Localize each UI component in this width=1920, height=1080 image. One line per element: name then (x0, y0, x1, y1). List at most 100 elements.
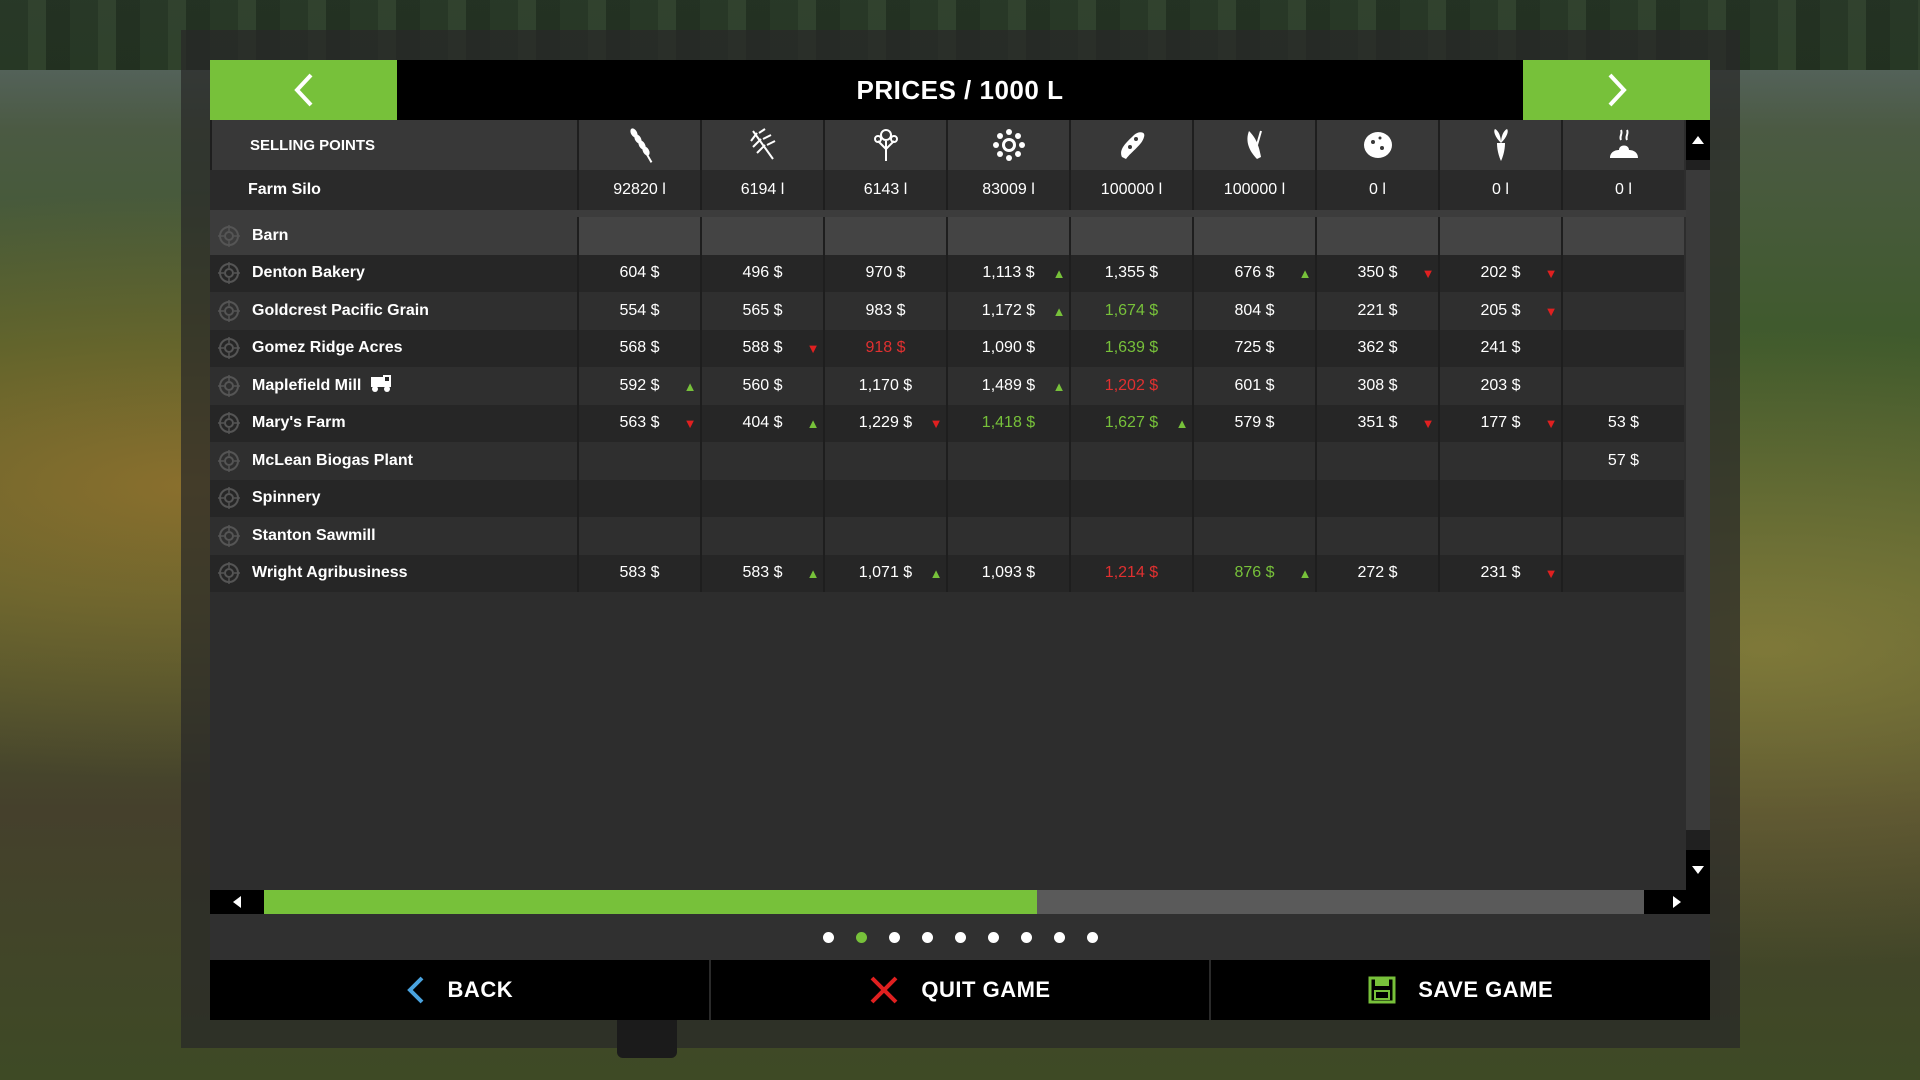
page-dot[interactable] (1086, 931, 1098, 943)
next-page-button[interactable] (1523, 60, 1710, 120)
col-barley (700, 120, 823, 170)
page-dot[interactable] (888, 931, 900, 943)
price-text: 983 $ (865, 301, 906, 319)
page-indicator (210, 914, 1710, 960)
price-cell (1069, 442, 1192, 480)
trend-down-icon: ▼ (1544, 303, 1558, 319)
price-value: 970 $ (843, 264, 929, 282)
page-dot[interactable] (1020, 931, 1032, 943)
price-cell (1069, 217, 1192, 255)
prev-page-button[interactable] (210, 60, 397, 120)
price-cell: 205 $ ▼ (1438, 292, 1561, 330)
page-dot[interactable] (855, 931, 867, 943)
table-row[interactable]: Goldcrest Pacific Grain 554 $ 565 $ 983 $ 1,… (210, 292, 1684, 330)
price-cell: 272 $ (1315, 554, 1438, 592)
hotspot-target-icon[interactable] (216, 410, 242, 436)
table-row[interactable]: Wright Agribusiness 583 $583 $ ▲ 1,071 $ ▲ 1,… (210, 554, 1684, 592)
scroll-right-button[interactable] (1644, 890, 1710, 914)
price-text: 1,172 $ (981, 301, 1036, 319)
price-cell (1315, 517, 1438, 555)
price-text: 588 $ (742, 339, 783, 357)
scroll-down-button[interactable] (1686, 850, 1710, 890)
horizontal-scrollbar[interactable] (210, 890, 1710, 914)
hotspot-target-icon[interactable] (216, 373, 242, 399)
table-row[interactable]: Spinnery (210, 479, 1684, 517)
quit-game-label: QUIT GAME (921, 977, 1051, 1002)
price-cell: 1,355 $ (1069, 254, 1192, 292)
price-cell (1438, 442, 1561, 480)
price-text: 876 $ (1234, 564, 1275, 582)
price-cell: 1,090 $ (946, 329, 1069, 367)
table-header-row: SELLING POINTS (210, 120, 1684, 170)
back-button[interactable]: BACK (210, 960, 709, 1020)
price-cell: 604 $ (577, 254, 700, 292)
prices-table: SELLING POINTS Farm Silo 92820 l 6194 l … (210, 120, 1686, 890)
price-text: 1,090 $ (981, 339, 1036, 357)
hotspot-target-icon[interactable] (216, 560, 242, 586)
page-title: PRICES / 1000 L (856, 74, 1064, 105)
selling-point-name: McLean Biogas Plant (252, 451, 413, 469)
vertical-scroll-track[interactable] (1686, 170, 1710, 830)
price-cell: 1,172 $ ▲ (946, 292, 1069, 330)
silo-value: 0 l (1561, 170, 1684, 210)
farm-silo-row: Farm Silo 92820 l 6194 l 6143 l 83009 l … (210, 170, 1684, 210)
page-dot[interactable] (921, 931, 933, 943)
table-row[interactable]: Barn (210, 217, 1684, 255)
table-row[interactable]: Maplefield Mill 592 $ ▲ 560 $ 1,170 $ 1,489 $… (210, 367, 1684, 405)
hotspot-target-icon[interactable] (216, 448, 242, 474)
price-cell (1561, 479, 1684, 517)
barley-icon (749, 128, 775, 160)
price-text: 1,071 $ (858, 564, 913, 582)
price-value: 205 $ ▼ (1458, 302, 1557, 320)
price-text: 1,418 $ (981, 414, 1036, 432)
table-row[interactable]: Mary's Farm 563 $ ▼ 404 $ ▲ 1,229 $ ▼ 1,418 $ 1,… (210, 404, 1684, 442)
price-value: 588 $ ▼ (720, 339, 819, 357)
scroll-left-button[interactable] (210, 890, 264, 914)
trend-up-icon: ▲ (1298, 266, 1312, 282)
selling-point-name: Wright Agribusiness (252, 564, 408, 582)
price-value: 583 $ ▲ (720, 564, 819, 582)
table-row[interactable]: Stanton Sawmill (210, 517, 1684, 555)
price-text: 583 $ (742, 564, 783, 582)
hotspot-target-icon[interactable] (216, 485, 242, 511)
selling-points-label: SELLING POINTS (250, 136, 376, 154)
page-dot[interactable] (822, 931, 834, 943)
price-value: 676 $ ▲ (1212, 264, 1311, 282)
page-dot[interactable] (987, 931, 999, 943)
hotspot-target-icon[interactable] (216, 335, 242, 361)
price-value: 241 $ (1458, 339, 1544, 357)
save-game-button[interactable]: SAVE GAME (1209, 960, 1710, 1020)
page-dot[interactable] (1053, 931, 1065, 943)
vertical-scrollbar[interactable] (1686, 120, 1710, 890)
price-value: 1,214 $ (1089, 564, 1175, 582)
price-cell: 970 $ (823, 254, 946, 292)
hotspot-target-icon[interactable] (216, 298, 242, 324)
hotspot-target-icon[interactable] (216, 223, 242, 249)
price-text: 1,639 $ (1104, 339, 1159, 357)
quit-game-button[interactable]: QUIT GAME (708, 960, 1210, 1020)
hotspot-target-icon[interactable] (216, 523, 242, 549)
hotspot-target-icon[interactable] (216, 260, 242, 286)
price-text: 272 $ (1357, 564, 1398, 582)
scroll-up-button[interactable] (1686, 120, 1710, 160)
price-text: 1,113 $ (982, 264, 1035, 282)
arrow-right-icon (1673, 896, 1681, 908)
silo-value: 6143 l (823, 170, 946, 210)
price-text: 1,489 $ (981, 376, 1036, 394)
trend-down-icon: ▼ (1544, 566, 1558, 582)
price-value: 725 $ (1212, 339, 1298, 357)
table-row[interactable]: Denton Bakery 604 $ 496 $ 970 $ 1,113 $ ▲ 1,35… (210, 254, 1684, 292)
price-value: 563 $ ▼ (597, 414, 696, 432)
price-value: 876 $ ▲ (1212, 564, 1311, 582)
price-text: 1,170 $ (858, 376, 913, 394)
price-text: 1,627 $ (1104, 414, 1159, 432)
horizontal-scroll-thumb[interactable] (264, 890, 1037, 914)
price-cell: 203 $ (1438, 367, 1561, 405)
table-row[interactable]: Gomez Ridge Acres 568 $ 588 $ ▼ 918 $ 1,090 $… (210, 329, 1684, 367)
table-row[interactable]: McLean Biogas Plant 57 $ (210, 442, 1684, 480)
price-cell (1561, 554, 1684, 592)
price-text: 177 $ (1480, 414, 1521, 432)
price-text: 725 $ (1234, 339, 1275, 357)
page-dot[interactable] (954, 931, 966, 943)
price-cell: 1,674 $ (1069, 292, 1192, 330)
